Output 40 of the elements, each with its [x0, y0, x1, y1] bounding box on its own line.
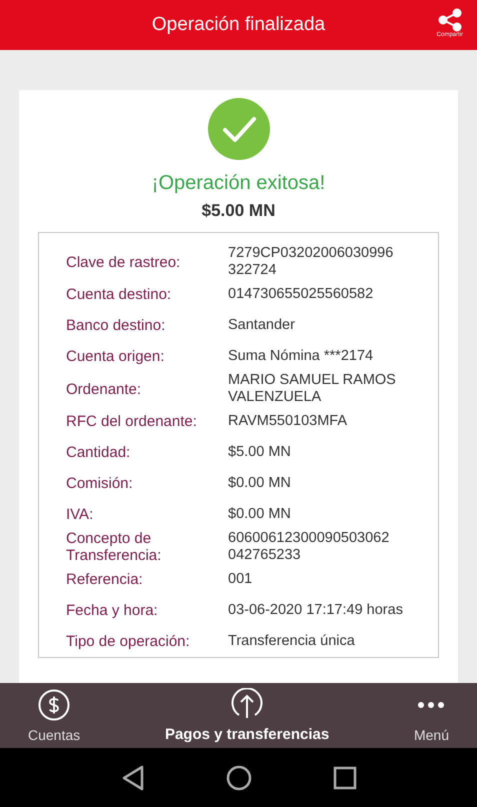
- nav-tab[interactable]: Menú: [410, 683, 453, 748]
- detail-label: Cuenta origen:: [66, 348, 166, 365]
- detail-label: Cantidad:: [66, 444, 132, 461]
- detail-value: $0.00 MN: [228, 475, 291, 492]
- recents-icon[interactable]: [332, 766, 356, 790]
- detail-value: $5.00 MN: [228, 444, 291, 461]
- detail-label: Fecha y hora:: [66, 602, 159, 619]
- detail-value: Suma Nómina ***2174: [228, 348, 374, 365]
- detail-label: Cuenta destino:: [66, 286, 172, 303]
- nav-tab[interactable]: Cuentas: [24, 683, 84, 748]
- window-title: Operación finalizada: [152, 14, 326, 36]
- detail-value: 03-06-2020 17:17:49 horas: [228, 602, 403, 619]
- detail-value: 7279CP03202006030996 322724: [228, 245, 394, 279]
- detail-value: MARIO SAMUEL RAMOS VALENZUELA: [228, 372, 396, 406]
- detail-value: Santander: [228, 317, 295, 334]
- amount: $5.00 MN: [202, 201, 276, 221]
- home-icon[interactable]: [226, 764, 252, 790]
- detail-label: Referencia:: [66, 571, 144, 588]
- status-message: ¡Operación exitosa!: [152, 172, 326, 195]
- checkmark-icon: [208, 98, 270, 160]
- nav-tab[interactable]: Pagos y transferencias: [160, 683, 334, 748]
- detail-value: 014730655025560582: [228, 286, 374, 303]
- dollar-icon: [38, 688, 70, 720]
- back-icon[interactable]: [120, 764, 144, 790]
- detail-value: 001: [228, 571, 252, 588]
- detail-value: $0.00 MN: [228, 506, 291, 523]
- detail-label: Banco destino:: [66, 317, 166, 334]
- detail-label: Tipo de operación:: [66, 633, 191, 650]
- detail-label: Concepto de Transferencia:: [66, 530, 162, 564]
- up-arrow-circle-icon: [231, 688, 264, 720]
- more-icon: [417, 702, 446, 708]
- detail-value: Transferencia única: [228, 633, 355, 650]
- detail-label: Ordenante:: [66, 380, 142, 398]
- detail-label: IVA:: [66, 506, 94, 523]
- detail-label: RFC del ordenante:: [66, 413, 198, 430]
- detail-label: Clave de rastreo:: [66, 254, 182, 270]
- detail-value: 60600612300090503062 042765233: [228, 530, 390, 564]
- share-icon: [436, 8, 463, 32]
- detail-value: RAVM550103MFA: [228, 413, 348, 430]
- detail-label: Comisión:: [66, 475, 134, 492]
